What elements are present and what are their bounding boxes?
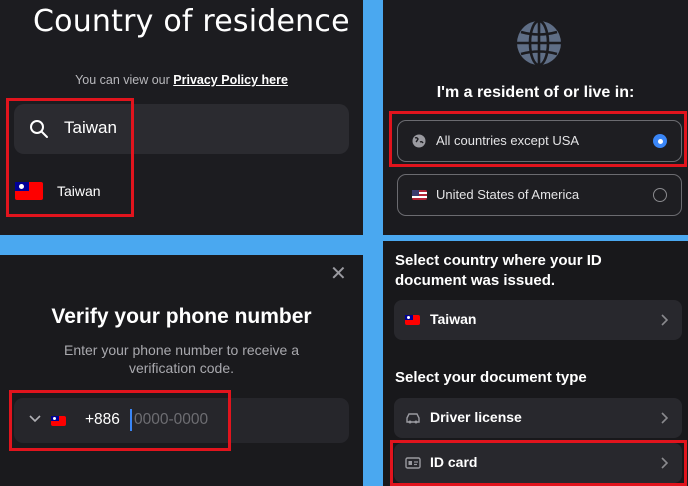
phone-placeholder: 0000-0000 (134, 411, 209, 428)
chevron-right-icon (661, 314, 668, 326)
country-of-residence-panel: Country of residence You can view our Pr… (0, 0, 363, 235)
page-title: Country of residence (33, 4, 350, 39)
search-icon (30, 120, 48, 138)
residency-heading: I'm a resident of or live in: (436, 84, 635, 101)
phone-number-input[interactable]: +886 0000-0000 (14, 398, 349, 443)
option-label: All countries except USA (436, 133, 580, 148)
us-flag-icon (412, 190, 427, 200)
id-card-icon (405, 457, 421, 469)
verify-phone-panel: ✕ Verify your phone number Enter your ph… (0, 255, 363, 486)
option-all-except-usa[interactable]: All countries except USA (397, 120, 682, 162)
globe-icon (412, 134, 426, 148)
policy-prefix: You can view our (75, 73, 174, 87)
taiwan-flag-icon (15, 182, 43, 200)
country-search-input[interactable]: Taiwan (14, 104, 349, 154)
issuer-heading: Select country where your ID document wa… (395, 252, 602, 289)
taiwan-flag-icon (405, 315, 420, 325)
verify-title: Verify your phone number (51, 305, 312, 328)
chevron-right-icon (661, 457, 668, 469)
privacy-policy-text: You can view our Privacy Policy here (0, 73, 363, 87)
taiwan-flag-icon (51, 416, 66, 426)
text-cursor (130, 409, 132, 431)
doc-type-label: Driver license (430, 409, 522, 425)
chevron-down-icon[interactable] (29, 414, 41, 424)
doc-type-label: ID card (430, 454, 478, 470)
type-heading: Select your document type (395, 369, 587, 386)
search-value: Taiwan (64, 118, 117, 137)
document-select-panel: Select country where your ID document wa… (383, 241, 688, 486)
country-result-taiwan[interactable]: Taiwan (15, 182, 101, 200)
option-usa[interactable]: United States of America (397, 174, 682, 216)
verify-subtitle: Enter your phone number to receive a ver… (63, 342, 300, 376)
issuer-country-label: Taiwan (430, 311, 477, 327)
doc-type-driver-license[interactable]: Driver license (394, 398, 682, 438)
car-icon (406, 413, 420, 424)
privacy-policy-link[interactable]: Privacy Policy here (173, 73, 288, 87)
option-label: United States of America (436, 187, 580, 202)
issuer-country-select[interactable]: Taiwan (394, 300, 682, 340)
dial-code: +886 (85, 411, 120, 428)
country-result-label: Taiwan (57, 183, 101, 199)
radio-selected[interactable] (653, 134, 667, 148)
close-icon[interactable]: ✕ (330, 264, 347, 284)
globe-icon (517, 20, 561, 66)
residency-panel: I'm a resident of or live in: All countr… (383, 0, 688, 235)
doc-type-id-card[interactable]: ID card (394, 443, 682, 483)
chevron-right-icon (661, 412, 668, 424)
radio-unselected[interactable] (653, 188, 667, 202)
